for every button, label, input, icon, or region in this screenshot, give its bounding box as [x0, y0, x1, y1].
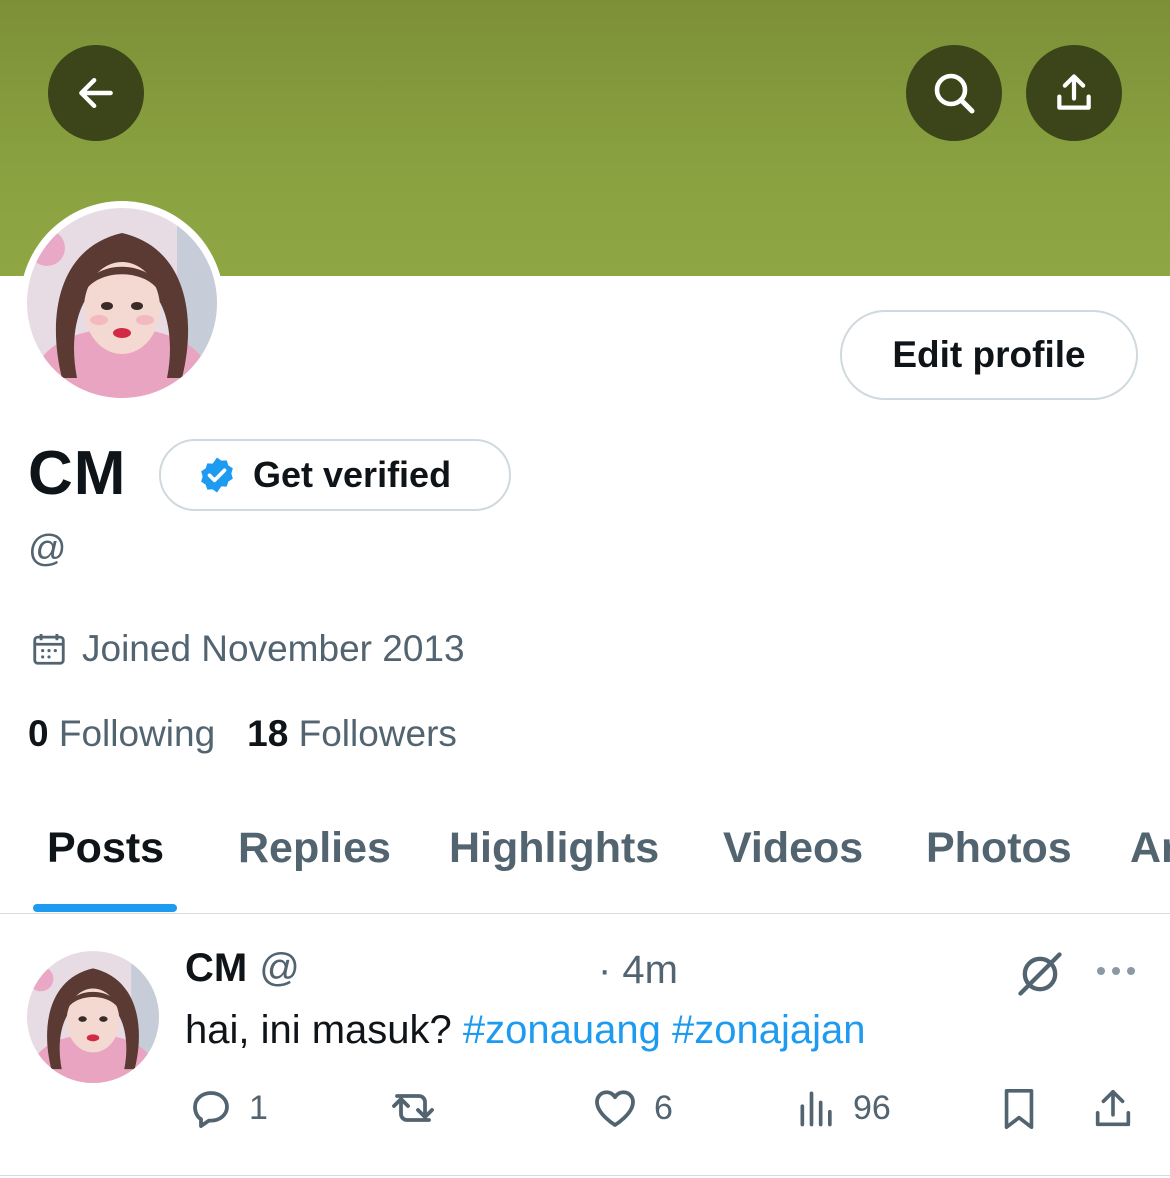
get-verified-label: Get verified — [253, 454, 452, 495]
like-count: 6 — [654, 1088, 673, 1127]
back-button[interactable] — [48, 45, 144, 141]
profile-name: CM — [28, 439, 127, 508]
calendar-icon — [33, 633, 65, 665]
edit-profile-button[interactable]: Edit profile — [840, 310, 1138, 400]
profile-handle: @ — [28, 528, 67, 570]
post-author-handle[interactable]: @ — [259, 946, 300, 991]
post-item[interactable]: CM @ · 4m hai, ini masuk? #zonauang #zon… — [0, 914, 1170, 1176]
tab-videos[interactable]: Videos — [723, 824, 863, 873]
tab-photos[interactable]: Photos — [926, 824, 1072, 873]
views-count: 96 — [853, 1088, 891, 1127]
following-link[interactable]: 0 Following — [28, 713, 215, 755]
post-body: hai, ini masuk? — [185, 1008, 452, 1052]
search-icon — [934, 73, 975, 114]
hashtag-link[interactable]: #zonauang — [463, 1008, 661, 1052]
get-verified-button[interactable]: Get verified — [159, 439, 511, 511]
following-count: 0 — [28, 713, 49, 754]
profile-avatar[interactable] — [20, 201, 224, 405]
tab-highlights[interactable]: Highlights — [449, 824, 659, 873]
reply-count: 1 — [249, 1088, 268, 1127]
post-timestamp[interactable]: · 4m — [598, 948, 678, 993]
post-avatar[interactable] — [27, 951, 159, 1083]
repost-icon — [392, 1094, 434, 1122]
post-header: CM @ — [185, 946, 300, 991]
search-button[interactable] — [906, 45, 1002, 141]
share-profile-button[interactable] — [1026, 45, 1122, 141]
grok-icon[interactable] — [1014, 948, 1066, 1000]
profile-tabs: Posts Replies Highlights Videos Photos A… — [0, 790, 1170, 914]
heart-icon — [595, 1090, 635, 1127]
share-post-icon[interactable] — [1090, 1084, 1136, 1134]
joined-date: Joined November 2013 — [30, 628, 465, 670]
arrow-left-icon — [79, 77, 113, 109]
share-icon — [1057, 74, 1091, 110]
followers-link[interactable]: 18 Followers — [247, 713, 457, 755]
joined-text: Joined November 2013 — [82, 628, 465, 669]
avatar-image — [27, 208, 217, 398]
followers-label: Followers — [298, 713, 457, 754]
like-button[interactable]: 6 — [590, 1084, 673, 1132]
tab-articles[interactable]: Ar — [1130, 824, 1170, 873]
following-label: Following — [58, 713, 216, 754]
views-button[interactable]: 96 — [795, 1084, 891, 1132]
post-author-name[interactable]: CM — [185, 946, 247, 991]
verified-badge-icon — [201, 457, 233, 493]
tab-replies[interactable]: Replies — [238, 824, 391, 873]
more-options-icon[interactable] — [1094, 956, 1138, 986]
followers-count: 18 — [247, 713, 289, 754]
repost-button[interactable] — [386, 1084, 454, 1132]
bookmark-icon[interactable] — [996, 1084, 1042, 1134]
hashtag-link[interactable]: #zonajajan — [672, 1008, 866, 1052]
reply-icon — [193, 1091, 229, 1128]
reply-button[interactable]: 1 — [187, 1084, 268, 1132]
views-icon — [800, 1091, 832, 1127]
follow-stats: 0 Following 18 Followers — [28, 713, 457, 755]
tab-posts[interactable]: Posts — [47, 824, 164, 873]
post-text: hai, ini masuk? #zonauang #zonajajan — [185, 1008, 866, 1053]
active-tab-indicator — [33, 904, 177, 912]
